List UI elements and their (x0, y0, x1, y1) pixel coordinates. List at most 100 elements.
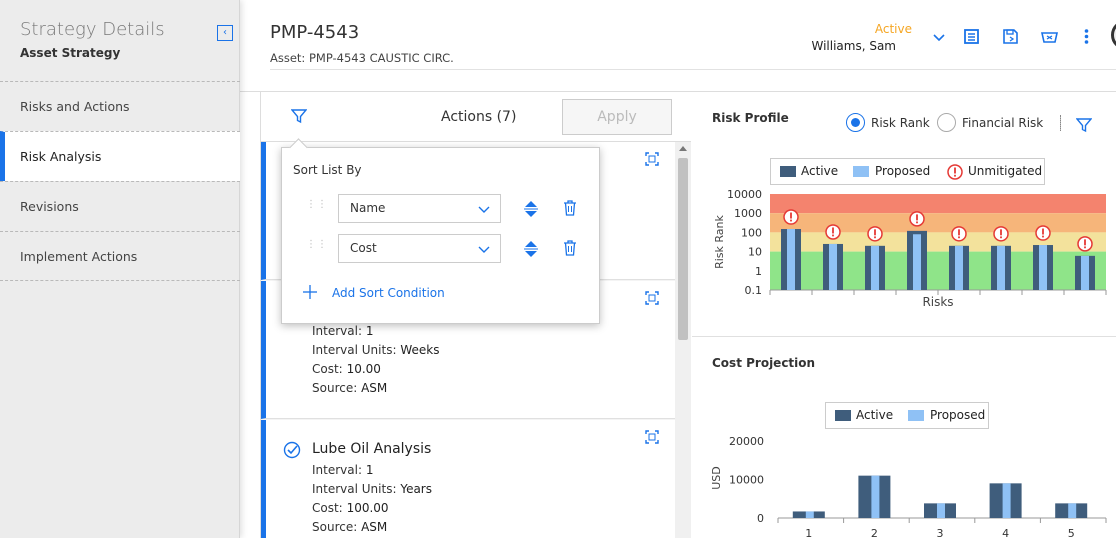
app-root: Strategy Details Asset Strategy ‹ Risks … (0, 0, 1116, 538)
drag-handle-icon[interactable]: ⋮⋮ (306, 200, 327, 216)
y-tick-label: 10 (748, 246, 762, 259)
apply-button[interactable]: Apply (562, 99, 672, 135)
x-tick-label: 5 (1068, 527, 1075, 538)
bar-proposed (871, 475, 880, 518)
scroll-up-arrow[interactable] (679, 146, 687, 151)
add-sort-condition-button[interactable]: Add Sort Condition (332, 286, 445, 300)
x-axis-label: Risks (922, 295, 953, 309)
expand-icon[interactable] (645, 430, 659, 444)
plus-icon[interactable] (303, 285, 317, 299)
cost-legend: Active Proposed (825, 402, 989, 429)
x-tick-label: 1 (805, 527, 812, 538)
risk-profile-title: Risk Profile (712, 111, 789, 125)
bar-proposed (787, 229, 795, 290)
radio-financial-risk[interactable] (937, 113, 956, 132)
scrollbar-thumb[interactable] (678, 158, 688, 340)
sidebar-item-label: Risk Analysis (20, 149, 102, 164)
bar-proposed (997, 245, 1005, 290)
asset-label: Asset: PMP-4543 CAUSTIC CIRC. (270, 51, 454, 65)
sort-field-select[interactable]: Name (338, 194, 501, 223)
unmitigated-icon-dot (1042, 235, 1044, 238)
sidebar-item-label: Revisions (20, 199, 79, 214)
y-tick-label: 0 (757, 512, 764, 525)
unmitigated-icon-bar (1084, 239, 1086, 246)
bar-proposed (805, 511, 814, 518)
avatar[interactable] (1111, 20, 1116, 50)
y-tick-label: 10000 (729, 474, 764, 487)
cost-projection-title: Cost Projection (712, 356, 816, 370)
sort-order-icon[interactable] (523, 199, 539, 219)
sidebar-item-risks-and-actions[interactable]: Risks and Actions (0, 81, 240, 131)
legend-swatch-active (835, 410, 851, 421)
card-title: Lube Oil Analysis (312, 441, 432, 457)
panel-divider (692, 336, 1116, 337)
unmitigated-icon-bar (958, 229, 960, 236)
analysis-panel: Risk Profile Risk Rank Financial Risk Ac… (692, 92, 1116, 538)
unmitigated-icon-dot (1000, 236, 1002, 239)
card-field: Source: ASM (312, 381, 388, 395)
legend-swatch-proposed (853, 166, 869, 177)
divider (1060, 115, 1061, 131)
legend-proposed: Proposed (930, 408, 986, 422)
sort-popover: Sort List By ⋮⋮ Name ⋮⋮ Cost Add Sort Co… (281, 147, 600, 324)
user-name: Williams, Sam (811, 39, 896, 53)
bar-proposed (937, 503, 945, 518)
sort-order-icon[interactable] (523, 239, 539, 259)
expand-icon[interactable] (645, 152, 659, 166)
legend-swatch-proposed (908, 410, 924, 421)
page-title: PMP-4543 (270, 22, 360, 43)
unmitigated-icon-dot (874, 236, 876, 239)
save-icon[interactable] (1002, 28, 1019, 45)
risk-zone (770, 251, 1106, 290)
y-axis-label: Risk Rank (713, 214, 726, 268)
radio-risk-rank[interactable] (846, 113, 865, 132)
filter-icon[interactable] (1076, 117, 1092, 133)
legend-unmitigated: Unmitigated (968, 164, 1043, 178)
trash-icon[interactable] (563, 200, 577, 216)
legend-swatch-active (780, 166, 796, 177)
unmitigated-icon (947, 164, 963, 180)
radio-risk-rank-label[interactable]: Risk Rank (871, 116, 930, 130)
trash-icon[interactable] (563, 240, 577, 256)
y-axis-label: USD (710, 466, 723, 490)
sidebar-subtitle: Asset Strategy (20, 46, 121, 60)
drag-handle-icon[interactable]: ⋮⋮ (306, 240, 327, 256)
sort-field-select[interactable]: Cost (338, 234, 501, 263)
chevron-down-icon[interactable] (932, 30, 946, 44)
risk-legend: Active Proposed Unmitigated (770, 158, 1045, 185)
unmitigated-icon-bar (916, 214, 918, 221)
bar-proposed (955, 245, 963, 290)
chevron-down-icon (478, 206, 490, 213)
sidebar-item-revisions[interactable]: Revisions (0, 181, 240, 231)
unmitigated-icon-bar (1042, 228, 1044, 235)
unmitigated-icon-bar (832, 227, 834, 234)
check-circle-icon[interactable] (283, 441, 301, 459)
basket-icon[interactable] (1041, 28, 1058, 45)
card-field: Interval: 1 (312, 463, 374, 477)
bar-proposed (1068, 503, 1077, 518)
chevron-left-icon[interactable]: ‹ (217, 25, 233, 41)
risk-zone (770, 232, 1106, 252)
x-tick-label: 4 (1002, 527, 1009, 538)
action-card[interactable]: Lube Oil Analysis Interval: 1 Interval U… (261, 420, 677, 538)
unmitigated-icon-dot (916, 221, 918, 224)
sort-field-value: Cost (350, 241, 377, 255)
unmitigated-icon-dot (790, 219, 792, 222)
actions-header: Actions (7) Apply (261, 92, 691, 142)
risk-zone (770, 213, 1106, 233)
y-tick-label: 100 (741, 226, 762, 239)
filter-icon[interactable] (291, 108, 307, 124)
expand-icon[interactable] (645, 291, 659, 305)
radio-financial-risk-label[interactable]: Financial Risk (962, 116, 1043, 130)
list-icon[interactable] (963, 28, 980, 45)
bar-proposed (829, 243, 837, 290)
unmitigated-icon-bar (874, 229, 876, 236)
sort-field-value: Name (350, 201, 386, 215)
x-tick-label: 2 (871, 527, 878, 538)
bar-proposed (1002, 483, 1011, 518)
sidebar-item-implement-actions[interactable]: Implement Actions (0, 231, 240, 281)
sidebar-item-risk-analysis[interactable]: Risk Analysis (0, 131, 240, 181)
legend-proposed: Proposed (875, 164, 931, 178)
more-vertical-icon[interactable] (1078, 28, 1095, 45)
risk-profile-chart: 0.1 1 10 100 1000 10000Risk Rank Risks (713, 188, 1107, 309)
